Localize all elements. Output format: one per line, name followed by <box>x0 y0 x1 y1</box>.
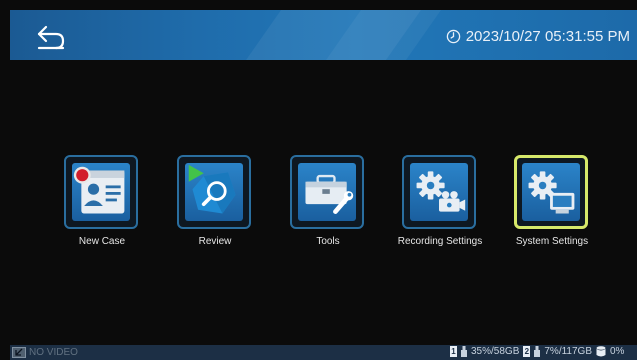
menu-tile-selected[interactable] <box>514 155 588 229</box>
menu-item-label: System Settings <box>515 236 589 247</box>
tile-background <box>410 163 468 221</box>
menu-item-system-settings[interactable]: System Settings <box>514 155 590 247</box>
menu-item-recording-settings[interactable]: Recording Settings <box>398 155 482 247</box>
database-usage: 0% <box>610 346 625 357</box>
storage-indicators: 1 35%/58GB 2 7%/117GB 0% <box>450 346 624 357</box>
datetime-text: 2023/10/27 05:31:55 PM <box>465 27 630 45</box>
menu-item-review[interactable]: Review <box>177 155 253 247</box>
gear-monitor-icon <box>528 171 575 214</box>
no-video-icon <box>12 347 26 358</box>
menu-item-new-case[interactable]: New Case <box>64 155 140 247</box>
review-magnifier-play-icon <box>188 164 236 214</box>
tile-background <box>185 163 243 221</box>
usb-drive-icon <box>461 346 467 357</box>
datetime-display: 2023/10/27 05:31:55 PM <box>446 26 630 46</box>
back-arrow-icon <box>37 25 65 50</box>
top-bar: 2023/10/27 05:31:55 PM <box>10 10 637 60</box>
usb-drive-icon <box>534 346 541 357</box>
new-case-id-card-icon <box>73 166 125 214</box>
tile-background <box>72 163 130 221</box>
menu-tile[interactable] <box>64 155 138 229</box>
gear-camera-icon <box>416 171 466 212</box>
status-bar: NO VIDEO 1 35%/58GB 2 7%/117GB 0% <box>10 345 637 360</box>
drive1-usage: 35%/58GB <box>471 346 520 357</box>
toolbox-wrench-icon <box>305 174 354 214</box>
menu-tile[interactable] <box>290 155 364 229</box>
drive-index-badge: 1 <box>450 346 457 357</box>
menu-item-tools[interactable]: Tools <box>290 155 366 247</box>
tile-background <box>522 163 580 221</box>
drive2-usage: 7%/117GB <box>544 346 592 357</box>
tile-background <box>298 163 356 221</box>
database-icon <box>596 346 606 357</box>
video-status-text: NO VIDEO <box>29 347 78 358</box>
drive-index-badge: 2 <box>523 346 531 357</box>
menu-tile[interactable] <box>402 155 476 229</box>
menu-tile[interactable] <box>177 155 251 229</box>
clock-icon <box>446 29 460 43</box>
back-button[interactable] <box>36 24 66 52</box>
